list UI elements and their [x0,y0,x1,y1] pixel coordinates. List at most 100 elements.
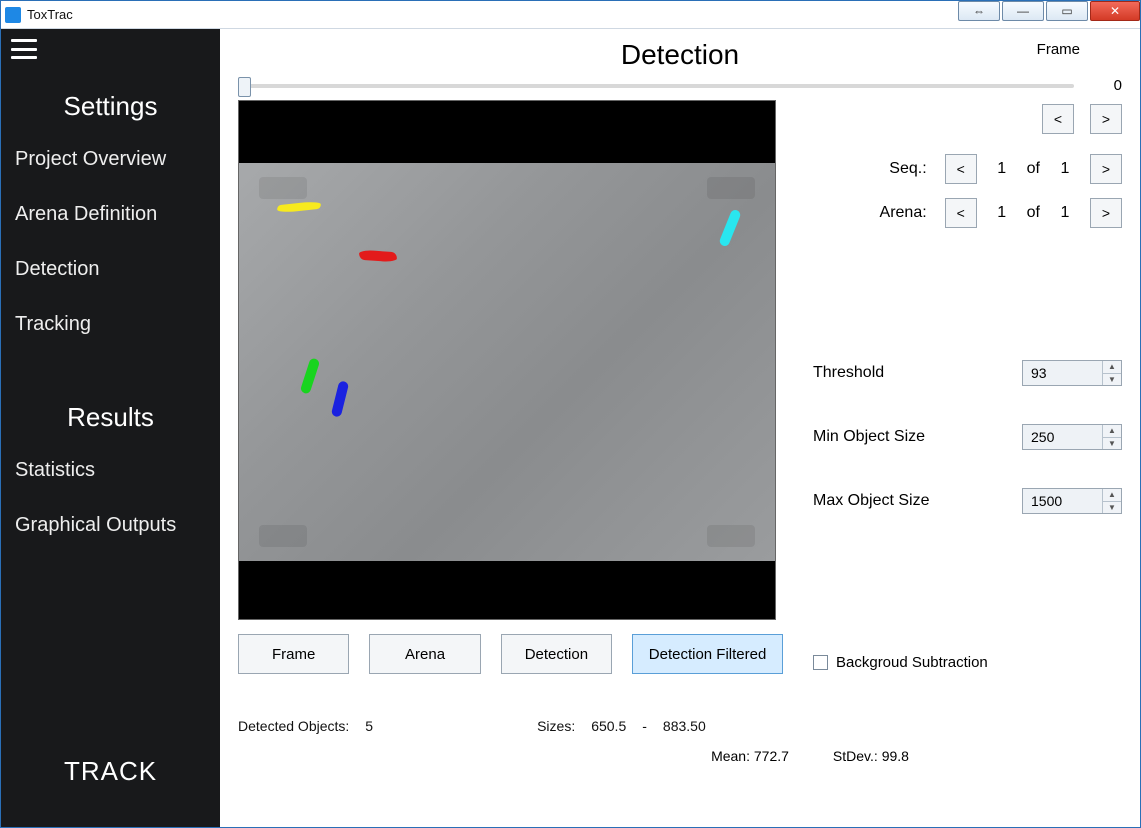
arena-prev-button[interactable]: < [945,198,977,228]
minsize-down[interactable]: ▼ [1103,438,1121,450]
threshold-label: Threshold [813,364,1022,382]
viewmode-arena-button[interactable]: Arena [369,634,480,674]
sidebar-item-arena-definition[interactable]: Arena Definition [1,187,220,242]
viewer-column: Frame Arena Detection Detection Filtered [238,100,783,674]
minimize-button[interactable]: — [1002,1,1044,21]
maxsize-up[interactable]: ▲ [1103,489,1121,502]
detected-group: Detected Objects: 5 [238,718,373,734]
window-buttons: ⇔ — ▭ ✕ [958,1,1140,21]
frame-slider[interactable] [238,84,1074,88]
video-viewport[interactable] [238,100,776,620]
seq-next-button[interactable]: > [1090,154,1122,184]
frame-prev-button[interactable]: < [1042,104,1074,134]
restore-down-aux-button[interactable]: ⇔ [958,1,1000,21]
stdev-group: StDev.: 99.8 [833,748,909,764]
maxsize-stepper: ▲ ▼ [1102,489,1121,513]
seq-of: of [1027,160,1040,178]
frame-slider-row: 0 [238,77,1122,94]
arena-total: 1 [1058,204,1072,222]
sidebar-item-project-overview[interactable]: Project Overview [1,132,220,187]
detected-value: 5 [365,718,373,734]
controls-column: < > Seq.: < 1 of 1 > Arena: < 1 [783,100,1122,674]
sidebar-item-detection[interactable]: Detection [1,242,220,297]
sizes-min: 650.5 [591,718,626,734]
arena-corner-bl [259,525,307,547]
viewmode-frame-button[interactable]: Frame [238,634,349,674]
mean-label: Mean: [711,748,750,764]
stdev-value: 99.8 [882,748,909,764]
threshold-up[interactable]: ▲ [1103,361,1121,374]
frame-label: Frame [1037,41,1080,58]
sidebar-header-results: Results [1,402,220,433]
body: Settings Project Overview Arena Definiti… [1,29,1140,827]
arena-label: Arena: [867,204,927,222]
minsize-up[interactable]: ▲ [1103,425,1121,438]
close-button[interactable]: ✕ [1090,1,1140,21]
maxsize-row: Max Object Size 1500 ▲ ▼ [813,488,1122,514]
sidebar-item-graphical-outputs[interactable]: Graphical Outputs [1,498,220,553]
track-button[interactable]: TRACK [1,756,220,787]
threshold-value[interactable]: 93 [1023,365,1102,381]
detected-object-blue [331,380,349,417]
seq-prev-button[interactable]: < [945,154,977,184]
sizes-group: Sizes: 650.5 - 883.50 [537,718,706,734]
sidebar-header-settings: Settings [1,91,220,122]
frame-step-buttons: < > [813,104,1122,134]
bgsub-label: Backgroud Subtraction [836,654,988,671]
arena-corner-tr [707,177,755,199]
viewmode-detection-button[interactable]: Detection [501,634,612,674]
bgsub-row: Backgroud Subtraction [813,654,1122,671]
arena-next-button[interactable]: > [1090,198,1122,228]
title-bar: ToxTrac ⇔ — ▭ ✕ [1,1,1140,29]
sidebar-item-tracking[interactable]: Tracking [1,297,220,352]
sizes-max: 883.50 [663,718,706,734]
threshold-row: Threshold 93 ▲ ▼ [813,360,1122,386]
app-icon [5,7,21,23]
seq-current: 1 [995,160,1009,178]
main-panel: Detection Frame 0 [220,29,1140,827]
slider-thumb[interactable] [238,77,251,97]
threshold-spinner[interactable]: 93 ▲ ▼ [1022,360,1122,386]
page-title: Detection [238,39,1122,71]
maxsize-spinner[interactable]: 1500 ▲ ▼ [1022,488,1122,514]
maxsize-value[interactable]: 1500 [1023,493,1102,509]
detected-label: Detected Objects: [238,718,349,734]
stats-row-1: Detected Objects: 5 Sizes: 650.5 - 883.5… [238,718,1122,734]
viewmode-detection-filtered-button[interactable]: Detection Filtered [632,634,783,674]
maxsize-down[interactable]: ▼ [1103,502,1121,514]
arena-of: of [1027,204,1040,222]
arena-current: 1 [995,204,1009,222]
sidebar: Settings Project Overview Arena Definiti… [1,29,220,827]
frame-value: 0 [1092,77,1122,94]
app-window: ToxTrac ⇔ — ▭ ✕ Settings Project Overvie… [0,0,1141,828]
arena-image [239,163,775,561]
minsize-value[interactable]: 250 [1023,429,1102,445]
sizes-sep: - [642,718,647,734]
threshold-down[interactable]: ▼ [1103,374,1121,386]
minsize-spinner[interactable]: 250 ▲ ▼ [1022,424,1122,450]
arena-pager: Arena: < 1 of 1 > [813,198,1122,228]
minsize-stepper: ▲ ▼ [1102,425,1121,449]
seq-total: 1 [1058,160,1072,178]
mean-group: Mean: 772.7 [711,748,789,764]
maximize-button[interactable]: ▭ [1046,1,1088,21]
bgsub-checkbox[interactable] [813,655,828,670]
stats-row-2: Mean: 772.7 StDev.: 99.8 [238,748,1122,764]
seq-pager: Seq.: < 1 of 1 > [813,154,1122,184]
detected-object-green [300,357,321,394]
hamburger-icon [11,39,37,59]
maxsize-label: Max Object Size [813,492,1022,510]
detected-object-yellow [277,201,322,214]
viewmode-buttons: Frame Arena Detection Detection Filtered [238,634,783,674]
content-row: Frame Arena Detection Detection Filtered… [238,100,1122,674]
sidebar-item-statistics[interactable]: Statistics [1,443,220,498]
minsize-row: Min Object Size 250 ▲ ▼ [813,424,1122,450]
minsize-label: Min Object Size [813,428,1022,446]
menu-toggle[interactable] [1,29,220,63]
stdev-label: StDev.: [833,748,878,764]
frame-next-button[interactable]: > [1090,104,1122,134]
detected-object-cyan [718,209,742,248]
arena-corner-br [707,525,755,547]
mean-value: 772.7 [754,748,789,764]
sizes-label: Sizes: [537,718,575,734]
